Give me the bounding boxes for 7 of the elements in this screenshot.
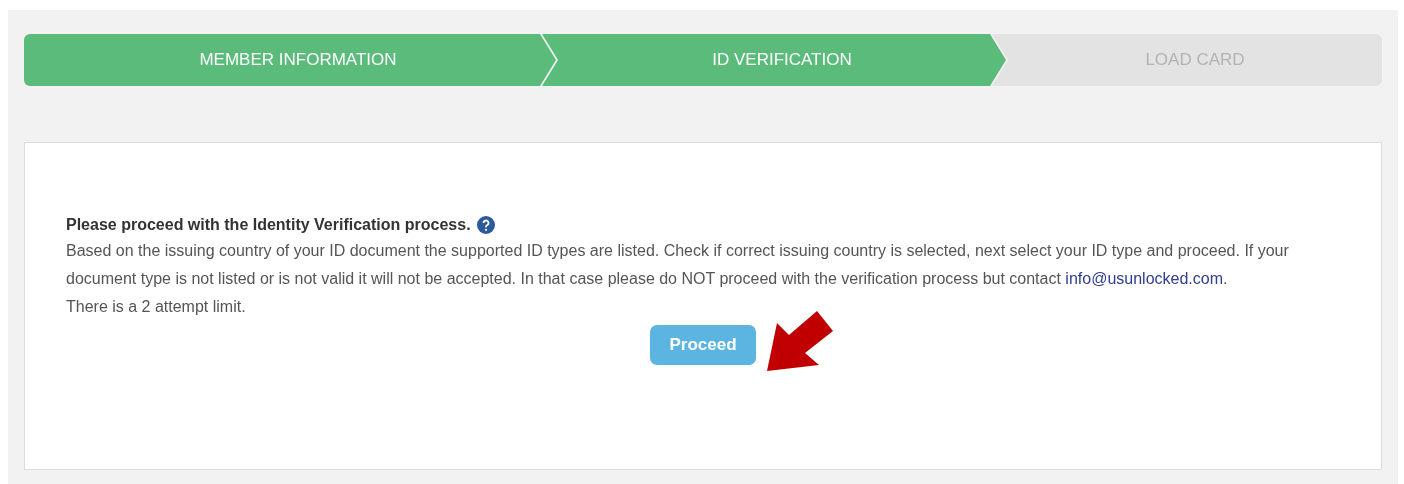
help-icon[interactable] [476, 216, 495, 234]
email-link[interactable]: info@usunlocked.com [1065, 270, 1223, 287]
progress-step: MEMBER INFORMATION [24, 34, 556, 86]
attempt-limit-note: There is a 2 attempt limit. [66, 297, 247, 317]
instructions-paragraph: Based on the issuing country of your ID document the supported ID types are listed. Check if correct issuing country is selected, next select your ID type and proceed. If your document type is not listed or is not valid it will not be accepted. In that case please do NOT proceed with the verification process but contact info@usunlocked.com. [66, 241, 1290, 289]
heading: Please proceed with the Identity Verification process. [66, 215, 471, 235]
progress-step: ID VERIFICATION [542, 34, 1006, 86]
